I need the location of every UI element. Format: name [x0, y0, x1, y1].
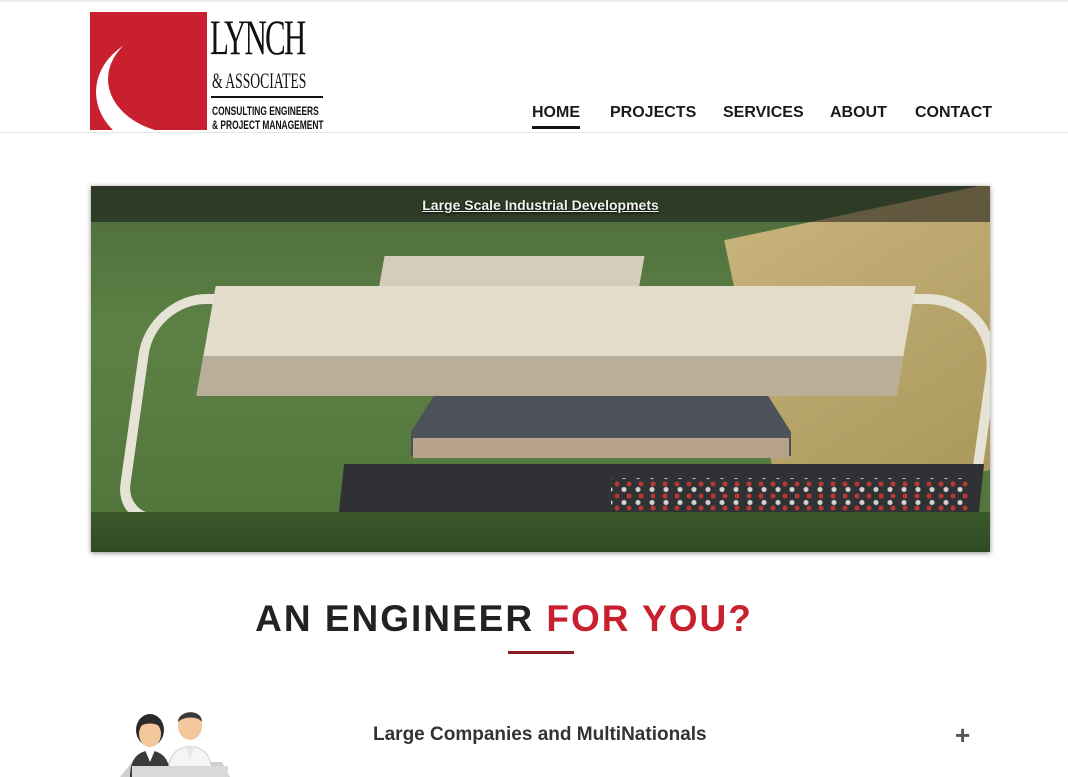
accordion-expand-icon[interactable]: +	[955, 720, 970, 751]
logo-tagline-1: CONSULTING ENGINEERS	[212, 104, 319, 118]
heading-underline	[508, 651, 574, 654]
nav-projects[interactable]: PROJECTS	[610, 104, 696, 122]
logo-swoosh-mark	[90, 12, 207, 130]
logo-sub-text: & ASSOCIATES	[212, 68, 307, 93]
nav-services[interactable]: SERVICES	[723, 104, 804, 122]
nav-about[interactable]: ABOUT	[830, 104, 887, 122]
logo-wordmark: LYNCH & ASSOCIATES CONSULTING ENGINEERS …	[210, 9, 324, 132]
logo-tagline-2: & PROJECT MANAGEMENT	[212, 118, 324, 132]
logo-main-text: LYNCH	[210, 9, 306, 65]
site-logo[interactable]: LYNCH & ASSOCIATES CONSULTING ENGINEERS …	[90, 9, 324, 132]
hero-slider[interactable]: Large Scale Industrial Developmets	[91, 186, 990, 552]
nav-contact[interactable]: CONTACT	[915, 104, 992, 122]
logo-divider	[211, 96, 323, 98]
people-icon	[112, 704, 234, 777]
heading-part-red: FOR YOU?	[546, 598, 753, 639]
hero-caption-link[interactable]: Large Scale Industrial Developmets	[91, 197, 990, 213]
hero-treeline	[91, 512, 990, 552]
site-header: LYNCH & ASSOCIATES CONSULTING ENGINEERS …	[0, 0, 1068, 133]
accordion-item-title[interactable]: Large Companies and MultiNationals	[373, 724, 707, 746]
heading-part-dark: AN ENGINEER	[255, 598, 547, 639]
section-heading: AN ENGINEER FOR YOU?	[0, 598, 1008, 640]
top-divider	[0, 0, 1068, 2]
hero-office-wall	[413, 438, 789, 458]
nav-home[interactable]: HOME	[532, 104, 580, 129]
hero-industrial-building	[196, 286, 916, 396]
